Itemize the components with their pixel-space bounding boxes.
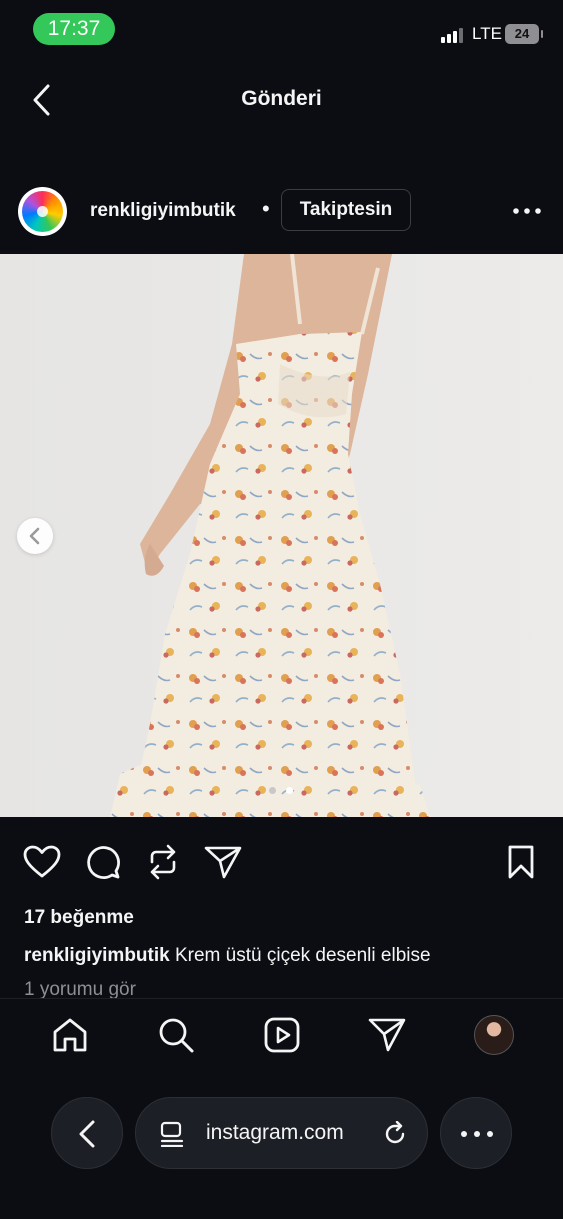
page-header: Gönderi <box>0 70 563 130</box>
caption-text: Krem üstü çiçek desenli elbise <box>169 945 431 966</box>
floral-dress-photo <box>0 254 563 817</box>
heart-icon[interactable] <box>23 844 61 880</box>
more-horizontal-icon <box>461 1131 493 1137</box>
nav-reels-button[interactable] <box>262 1015 302 1055</box>
home-icon <box>53 1018 87 1052</box>
post-header: renkligiyimbutik • Takiptesin <box>0 182 563 242</box>
search-icon <box>159 1018 194 1053</box>
signal-icon <box>441 27 465 43</box>
browser-back-button[interactable] <box>51 1097 123 1169</box>
post-caption: renkligiyimbutik Krem üstü çiçek desenli… <box>24 945 431 967</box>
send-icon <box>368 1018 406 1052</box>
bottom-nav <box>0 998 563 1071</box>
post-image[interactable] <box>0 254 563 817</box>
like-count[interactable]: 17 beğenme <box>24 907 134 929</box>
browser-toolbar: instagram.com <box>0 1075 563 1219</box>
reload-icon[interactable] <box>382 1121 408 1147</box>
battery-icon: 24 <box>505 24 543 44</box>
flower-logo-icon <box>22 191 63 232</box>
more-options-button[interactable] <box>510 201 544 221</box>
caption-username[interactable]: renkligiyimbutik <box>24 945 170 966</box>
view-comments-link[interactable]: 1 yorumu gör <box>24 979 136 998</box>
repost-icon[interactable] <box>146 844 180 880</box>
status-time: 17:37 <box>33 13 115 45</box>
page-title: Gönderi <box>241 87 322 110</box>
send-icon[interactable] <box>204 845 242 879</box>
reels-icon <box>264 1017 300 1053</box>
more-horizontal-icon <box>513 208 541 214</box>
nav-search-button[interactable] <box>156 1015 196 1055</box>
account-avatar[interactable] <box>18 187 67 236</box>
network-type: LTE <box>472 24 502 43</box>
comment-icon[interactable] <box>85 844 121 880</box>
browser-more-button[interactable] <box>440 1097 512 1169</box>
post-actions <box>0 836 563 888</box>
chevron-left-icon <box>79 1120 95 1148</box>
address-bar[interactable]: instagram.com <box>135 1097 428 1169</box>
post-username[interactable]: renkligiyimbutik <box>90 200 236 222</box>
status-bar: 17:37 LTE 24 <box>0 0 563 60</box>
following-button[interactable]: Takiptesin <box>281 189 411 231</box>
separator-dot: • <box>262 196 270 221</box>
page-menu-icon[interactable] <box>159 1121 185 1147</box>
nav-profile-avatar[interactable] <box>474 1015 514 1055</box>
chevron-left-icon <box>29 527 40 545</box>
carousel-prev-button[interactable] <box>17 518 53 554</box>
nav-home-button[interactable] <box>50 1015 90 1055</box>
carousel-dots <box>269 787 299 795</box>
nav-messages-button[interactable] <box>367 1015 407 1055</box>
bookmark-icon[interactable] <box>507 844 535 880</box>
url-text: instagram.com <box>206 1121 344 1144</box>
